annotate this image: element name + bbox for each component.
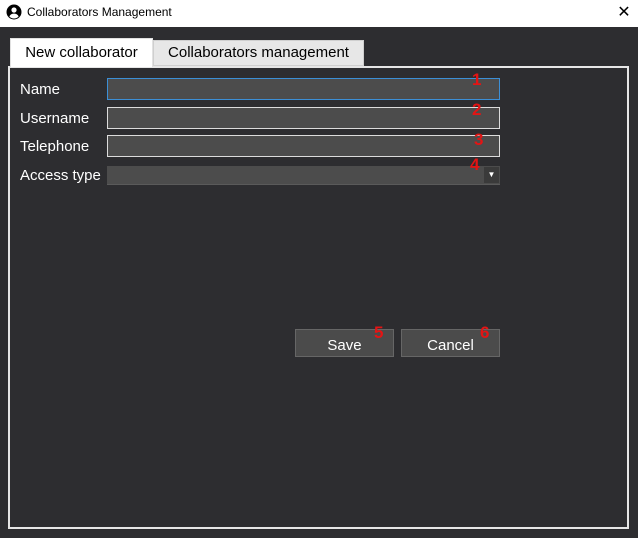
annotation-marker: 2 xyxy=(472,100,482,119)
access-type-select[interactable]: ▼ xyxy=(107,166,500,185)
user-icon xyxy=(6,4,22,20)
username-field[interactable] xyxy=(107,107,500,129)
name-field[interactable] xyxy=(107,78,500,100)
tab-collaborators-management[interactable]: Collaborators management xyxy=(153,40,364,66)
close-button[interactable]: ✕ xyxy=(610,0,638,27)
title-bar: Collaborators Management ✕ xyxy=(0,0,638,27)
name-label: Name xyxy=(20,81,61,98)
close-icon: ✕ xyxy=(617,4,631,21)
telephone-field[interactable] xyxy=(107,135,500,157)
annotation-marker: 1 xyxy=(472,70,482,89)
window-title: Collaborators Management xyxy=(27,5,172,19)
access-type-label: Access type xyxy=(20,167,101,184)
annotation-marker: 4 xyxy=(470,155,480,174)
chevron-down-icon[interactable]: ▼ xyxy=(484,167,499,183)
tab-new-collaborator[interactable]: New collaborator xyxy=(10,38,153,67)
username-label: Username xyxy=(20,110,90,127)
annotation-marker: 6 xyxy=(480,323,490,342)
telephone-label: Telephone xyxy=(20,138,90,155)
annotation-marker: 3 xyxy=(474,130,484,149)
annotation-marker: 5 xyxy=(374,323,384,342)
